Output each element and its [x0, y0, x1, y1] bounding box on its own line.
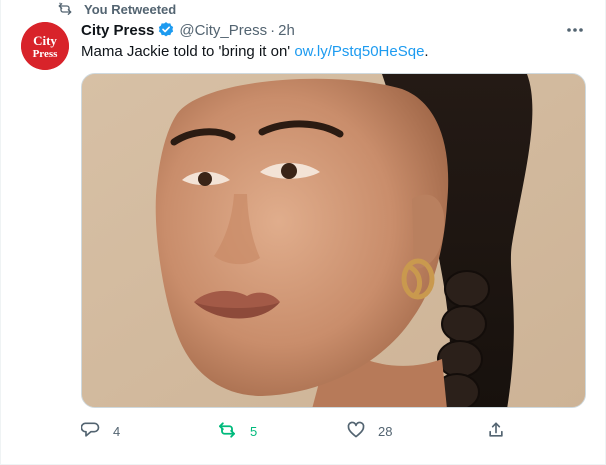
tweet-link[interactable]: ow.ly/Pstq50HeSqe — [294, 43, 424, 60]
avatar-text-line1: City — [33, 33, 57, 48]
retweet-icon — [56, 1, 74, 17]
more-dots-icon — [567, 28, 583, 32]
like-count: 28 — [378, 423, 393, 439]
retweet-count: 5 — [250, 423, 258, 439]
author-name[interactable]: City Press — [81, 22, 154, 39]
avatar[interactable]: City Press — [21, 22, 69, 70]
separator-dot: · — [270, 21, 276, 39]
tweet-header: City Press @City_Press · 2h — [81, 20, 295, 40]
like-button[interactable]: 28 — [346, 420, 392, 442]
tweet-card[interactable]: You Retweeted City Press City Press @Cit… — [0, 0, 606, 465]
reply-icon — [80, 420, 101, 443]
avatar-text-line2: Press — [33, 48, 59, 60]
retweet-action-icon — [216, 420, 238, 443]
author-handle[interactable]: @City_Press — [179, 22, 267, 39]
retweet-banner: You Retweeted — [56, 0, 176, 18]
tweet-media-image[interactable] — [81, 73, 586, 408]
heart-icon — [346, 420, 366, 443]
tweet-link-suffix: . — [424, 43, 429, 60]
retweet-banner-label[interactable]: You Retweeted — [84, 2, 176, 17]
reply-count: 4 — [113, 423, 121, 439]
tweet-text: Mama Jackie told to 'bring it on' ow.ly/… — [81, 42, 429, 62]
reply-button[interactable]: 4 — [80, 420, 121, 443]
share-button[interactable] — [486, 420, 506, 442]
tweet-actions: 4 5 28 — [80, 420, 511, 443]
verified-badge-icon — [157, 21, 175, 39]
tweet-body: Mama Jackie told to 'bring it on' — [81, 43, 291, 60]
share-icon — [486, 420, 506, 443]
more-options-button[interactable] — [563, 20, 587, 40]
retweet-button[interactable]: 5 — [216, 420, 257, 442]
tweet-timestamp[interactable]: 2h — [278, 22, 295, 39]
